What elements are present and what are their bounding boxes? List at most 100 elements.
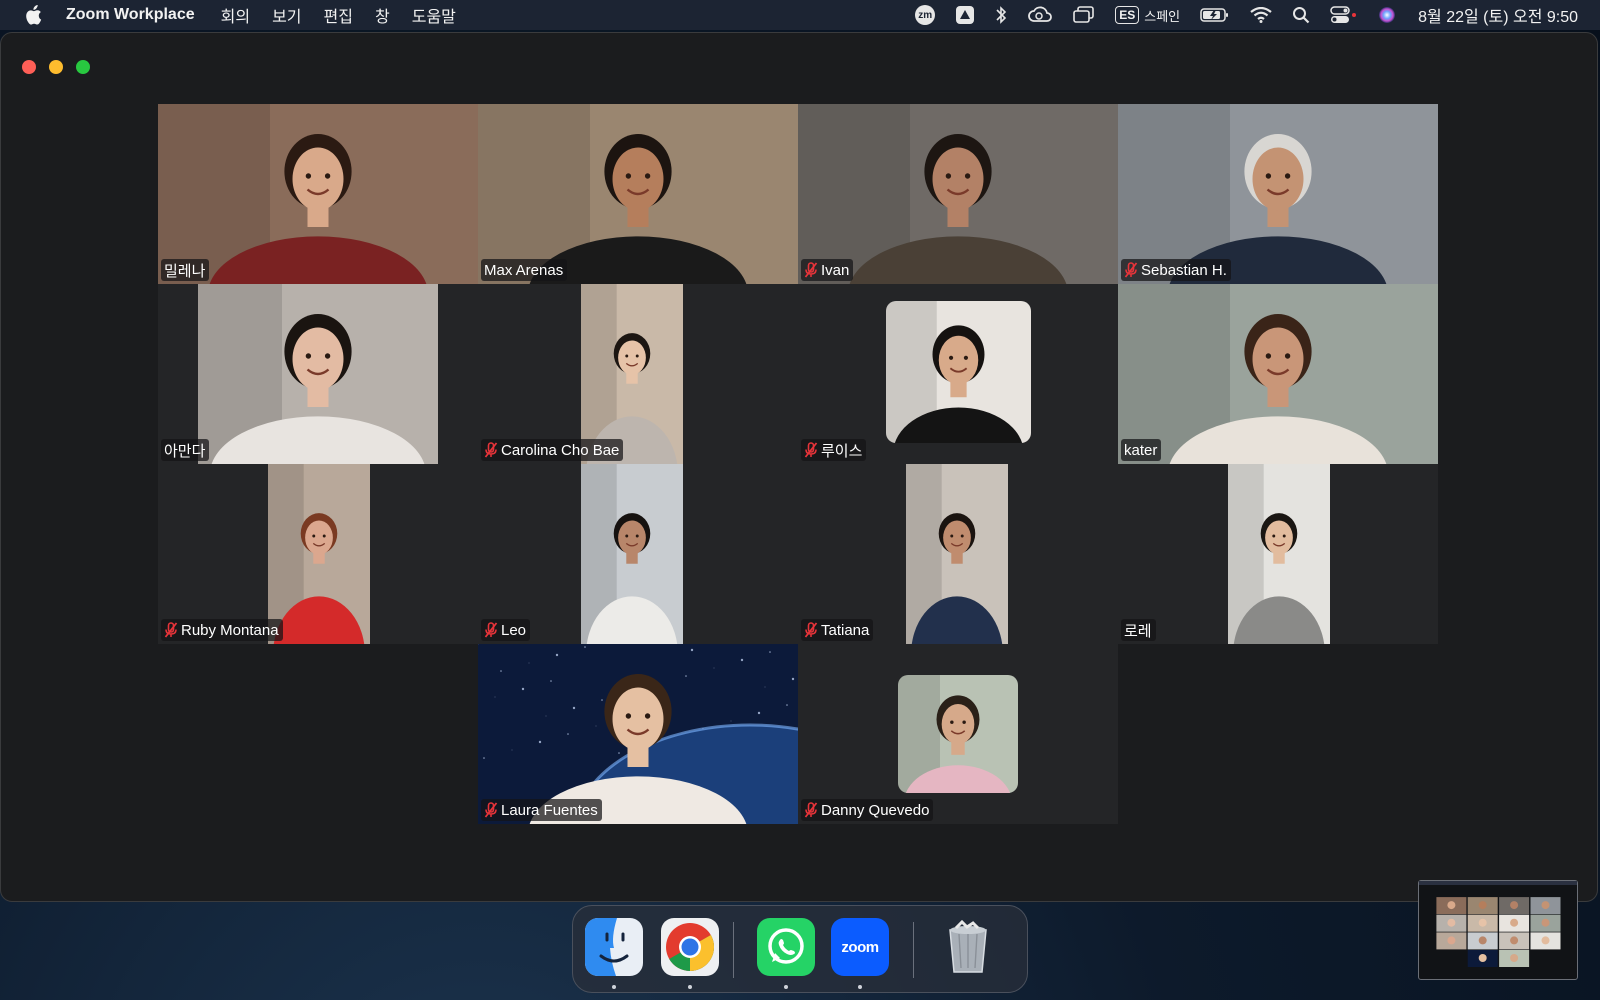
dock-separator [913,922,914,978]
zoom-app-icon[interactable]: zoom [831,918,889,976]
participant-tile[interactable]: Sebastian H. [1118,104,1438,284]
participant-video-frame [478,104,798,284]
whatsapp-running-indicator [784,985,788,989]
participant-name: Laura Fuentes [501,801,598,819]
participant-video [478,104,798,284]
menu-meeting[interactable]: 회의 [221,3,250,27]
participant-tile[interactable]: Carolina Cho Bae [478,284,798,464]
menu-edit[interactable]: 편집 [324,3,353,27]
screen-thumbnail-preview[interactable] [1418,880,1578,980]
participant-video [798,104,1118,284]
participant-name: Carolina Cho Bae [501,441,620,459]
participant-tile[interactable]: 밀레나 [158,104,478,284]
fullscreen-window-button[interactable] [76,60,90,74]
whatsapp-app-icon[interactable] [757,918,815,976]
participant-video [1118,104,1438,284]
participant-video-frame [906,464,1008,644]
mini-participant-face [1447,901,1456,910]
participant-name: Ruby Montana [181,621,279,639]
wifi-icon[interactable] [1250,4,1272,26]
participant-name-label: Carolina Cho Bae [481,439,624,461]
finder-app-icon[interactable] [585,918,643,976]
siri-icon[interactable] [1378,4,1396,26]
participant-name-label: kater [1121,439,1162,461]
participant-name-label: 밀레나 [161,259,210,281]
participant-video [158,104,478,284]
participant-video-frame [898,675,1018,793]
participant-name-label: Ivan [801,259,854,281]
participant-video-frame [581,464,683,644]
participant-tile[interactable]: Ivan [798,104,1118,284]
control-center-icon[interactable] [1330,4,1358,26]
participant-tile[interactable]: 루이스 [798,284,1118,464]
participant-video-frame [1228,464,1330,644]
participant-video [478,644,798,824]
participant-tile[interactable]: Ruby Montana [158,464,478,644]
battery-charging-icon[interactable] [1200,4,1230,26]
participant-tile[interactable]: Max Arenas [478,104,798,284]
participant-name-label: Danny Quevedo [801,799,934,821]
mini-participant-face [1541,901,1550,910]
close-window-button[interactable] [22,60,36,74]
participant-name: Sebastian H. [1141,261,1227,279]
creative-cloud-icon[interactable] [1027,4,1053,26]
bluetooth-icon[interactable] [995,4,1007,26]
participant-name-label: Leo [481,619,531,641]
participant-video [198,284,438,464]
chrome-app-icon[interactable] [661,918,719,976]
participant-name: Leo [501,621,527,639]
participant-tile[interactable]: kater [1118,284,1438,464]
participant-name: 밀레나 [164,262,206,280]
participant-tile[interactable]: Leo [478,464,798,644]
mini-participant-face [1510,901,1519,910]
input-source-indicator[interactable]: ES 스페인 [1115,4,1180,26]
menu-window[interactable]: 창 [375,3,390,27]
chrome-running-indicator [688,985,692,989]
microphone-muted-icon [1124,262,1138,278]
participant-video-frame [581,284,683,464]
participant-video-frame [268,464,370,644]
menu-bar: Zoom Workplace 회의 보기 편집 창 도움말 zm ES 스페인 [0,0,1600,30]
dock-separator [733,922,734,978]
participant-tile[interactable]: Danny Quevedo [798,644,1118,824]
minimize-window-button[interactable] [49,60,63,74]
microphone-muted-icon [804,262,818,278]
participant-tile[interactable]: 아만다 [158,284,478,464]
menu-view[interactable]: 보기 [272,3,301,27]
participant-name: 로레 [1124,622,1152,640]
trash-icon[interactable] [939,918,997,976]
participant-tile[interactable]: Tatiana [798,464,1118,644]
screen-mirroring-icon[interactable] [1073,4,1095,26]
profile-picture [898,675,1018,793]
participant-video [581,284,683,464]
participant-name-label: 아만다 [161,439,210,461]
participant-video-frame [886,301,1031,443]
participant-video-frame [478,644,798,824]
participant-video-frame [1118,284,1438,464]
participant-name: Ivan [821,261,850,279]
participant-video [581,464,683,644]
participant-name-label: Laura Fuentes [481,799,602,821]
participant-name: 루이스 [821,442,863,460]
participant-name-label: Ruby Montana [161,619,283,641]
mini-participant-face [1447,918,1456,927]
zoom-status-icon[interactable]: zm [915,4,936,26]
menu-bar-clock[interactable]: 8월 22일 (토) 오전 9:50 [1418,3,1578,27]
drive-upload-icon[interactable] [955,4,975,26]
microphone-muted-icon [484,442,498,458]
menu-help[interactable]: 도움말 [412,3,456,27]
participant-video-frame [198,284,438,464]
mini-participant-face [1541,918,1550,927]
participant-name-label: Tatiana [801,619,874,641]
participant-name-label: 루이스 [801,439,867,461]
app-menu-zoom-workplace[interactable]: Zoom Workplace [66,6,195,24]
participant-video [906,464,1008,644]
mini-participant-face [1478,918,1487,927]
participant-tile[interactable]: Laura Fuentes [478,644,798,824]
microphone-muted-icon [804,442,818,458]
mini-participant-face [1510,936,1519,945]
spotlight-search-icon[interactable] [1292,4,1310,26]
participant-tile[interactable]: 로레 [1118,464,1438,644]
apple-logo-icon[interactable] [24,4,44,26]
participant-video [1228,464,1330,644]
